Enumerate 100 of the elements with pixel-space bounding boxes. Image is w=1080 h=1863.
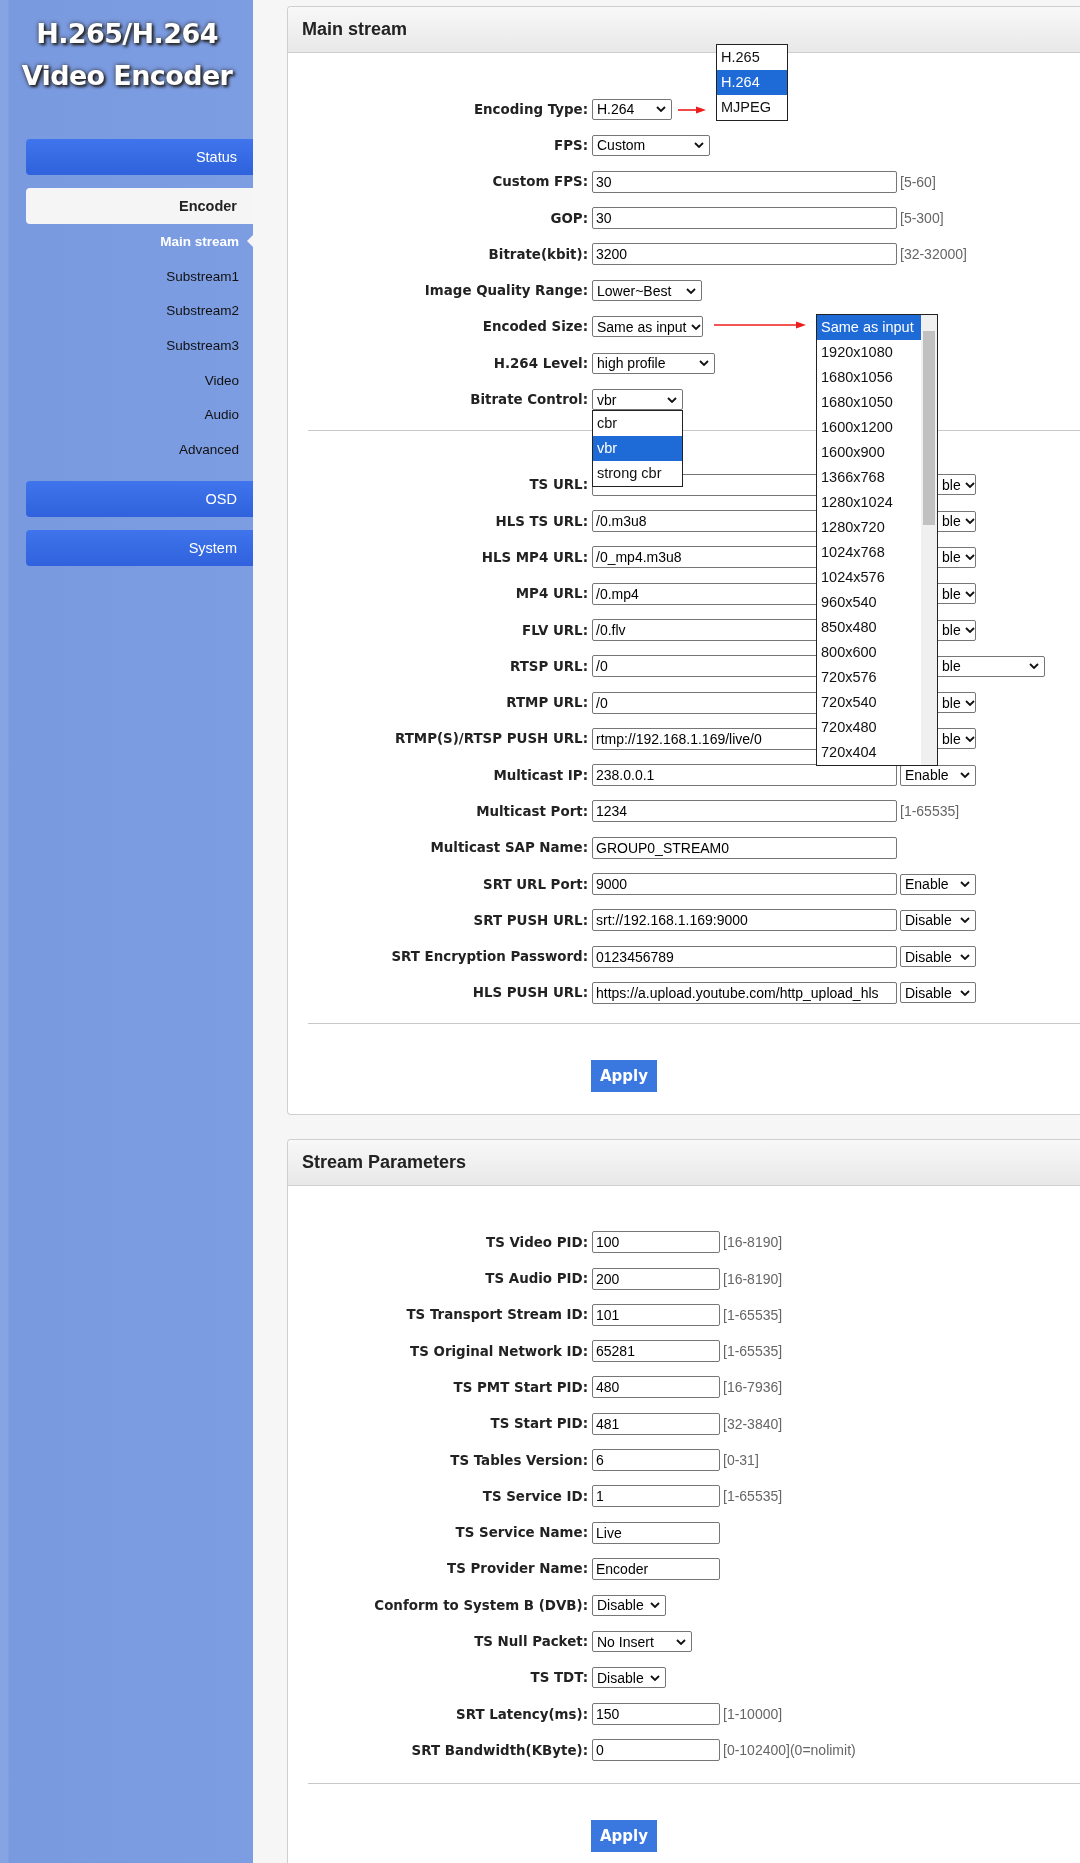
apply-button[interactable]: Apply bbox=[591, 1819, 657, 1852]
input-field[interactable]: 150 bbox=[592, 1703, 720, 1726]
dropdown[interactable]: H.264 bbox=[592, 98, 672, 120]
dropdown[interactable]: high profile bbox=[592, 352, 715, 374]
dropdown[interactable]: vbr bbox=[592, 389, 683, 410]
nav-button[interactable]: Encoder bbox=[26, 188, 253, 224]
input-field[interactable]: 238.0.0.1 bbox=[592, 764, 897, 787]
input-field[interactable]: 480 bbox=[592, 1376, 720, 1399]
input-field[interactable]: GROUP0_STREAM0 bbox=[592, 836, 897, 859]
dropdown-option[interactable]: vbr bbox=[593, 436, 682, 461]
dropdown[interactable]: Disable bbox=[900, 909, 976, 931]
dropdown[interactable]: Disable bbox=[592, 1667, 666, 1689]
input-field[interactable]: srt://192.168.1.169:9000 bbox=[592, 909, 897, 932]
input-field[interactable]: 0123456789 bbox=[592, 945, 897, 968]
caret-icon bbox=[964, 518, 975, 525]
input-field[interactable]: 6 bbox=[592, 1449, 720, 1472]
pointer-icon bbox=[247, 235, 253, 247]
input-field[interactable]: 9000 bbox=[592, 873, 897, 896]
caret-icon bbox=[650, 1602, 660, 1609]
dropdown-option[interactable]: cbr bbox=[593, 411, 682, 436]
field-label: SRT PUSH URL: bbox=[472, 912, 589, 928]
panel-title: Stream Parameters bbox=[302, 1152, 467, 1174]
caret-icon bbox=[960, 953, 970, 960]
field-label: Multicast Port: bbox=[475, 804, 589, 819]
scrollbar[interactable] bbox=[921, 315, 937, 766]
dropdown-option[interactable]: 1920x1080 bbox=[817, 340, 921, 366]
dropdown-option[interactable]: H.264 bbox=[717, 69, 787, 95]
field-label: TS PMT Start PID: bbox=[452, 1379, 589, 1395]
range-hint: [1-65535] bbox=[900, 803, 960, 820]
input-field[interactable]: 481 bbox=[592, 1412, 720, 1435]
caret-icon bbox=[686, 287, 696, 294]
dropdown-option[interactable]: MJPEG bbox=[717, 94, 787, 120]
range-hint: [16-8190] bbox=[723, 1234, 783, 1251]
dropdown[interactable]: Enable bbox=[900, 764, 976, 786]
dropdown-option[interactable]: 1680x1056 bbox=[817, 365, 921, 391]
caret-icon bbox=[964, 699, 975, 706]
input-field[interactable]: 30 bbox=[592, 207, 897, 230]
field-label: GOP: bbox=[549, 210, 589, 226]
input-field[interactable]: 30 bbox=[592, 170, 897, 193]
field-label: TS Service ID: bbox=[481, 1488, 589, 1504]
range-hint: [32-32000] bbox=[900, 246, 967, 263]
dropdown-option[interactable]: 1680x1050 bbox=[817, 390, 921, 416]
nav-subitem[interactable]: Audio bbox=[0, 397, 253, 433]
caret-icon bbox=[699, 360, 709, 367]
caret-icon bbox=[667, 396, 677, 403]
field-label: MP4 URL: bbox=[514, 586, 589, 602]
dropdown[interactable]: Custom bbox=[592, 134, 710, 156]
field-label: Encoded Size: bbox=[481, 319, 589, 335]
input-field[interactable]: 65281 bbox=[592, 1340, 720, 1363]
dropdown[interactable]: Disable bbox=[900, 946, 976, 968]
dropdown-option[interactable]: 1366x768 bbox=[817, 465, 921, 491]
caret-icon bbox=[656, 106, 666, 113]
nav-button[interactable]: System bbox=[26, 529, 253, 566]
dropdown[interactable]: Enable bbox=[900, 873, 976, 895]
caret-icon bbox=[676, 1638, 686, 1645]
field-label: Multicast SAP Name: bbox=[429, 840, 589, 856]
nav-subitem[interactable]: Substream2 bbox=[0, 293, 253, 329]
dropdown-option[interactable]: strong cbr bbox=[593, 461, 682, 486]
caret-icon bbox=[960, 917, 970, 924]
input-field[interactable]: 3200 bbox=[592, 243, 897, 266]
dropdown[interactable]: Disable bbox=[900, 982, 976, 1004]
field-label: SRT Encryption Password: bbox=[390, 949, 589, 965]
nav-subitem[interactable]: Advanced bbox=[0, 432, 253, 467]
input-field[interactable]: 0 bbox=[592, 1739, 720, 1762]
nav-subitem[interactable]: Video bbox=[0, 362, 253, 398]
nav-subitem[interactable]: Substream3 bbox=[0, 328, 253, 363]
input-field[interactable]: 100 bbox=[592, 1231, 720, 1254]
caret-icon bbox=[650, 1674, 660, 1681]
field-label: Bitrate(kbit): bbox=[487, 246, 589, 262]
apply-button[interactable]: Apply bbox=[591, 1060, 657, 1093]
input-field[interactable]: 1234 bbox=[592, 800, 897, 823]
field-label: RTMP(S)/RTSP PUSH URL: bbox=[394, 731, 589, 747]
caret-icon bbox=[964, 735, 975, 742]
caret-icon bbox=[960, 989, 970, 996]
caret-icon bbox=[964, 481, 975, 488]
nav-subitem[interactable]: Substream1 bbox=[0, 258, 253, 294]
input-field[interactable]: Encoder bbox=[592, 1557, 720, 1580]
field-label: TS Original Network ID: bbox=[409, 1343, 589, 1359]
input-field[interactable]: Live bbox=[592, 1521, 720, 1544]
dropdown-option[interactable]: 1600x900 bbox=[817, 440, 921, 466]
field-label: TS Provider Name: bbox=[446, 1561, 589, 1577]
nav-button[interactable]: Status bbox=[26, 139, 253, 175]
input-field[interactable]: https://a.upload.youtube.com/http_upload_hls bbox=[592, 981, 897, 1004]
dropdown[interactable]: No Insert bbox=[592, 1631, 692, 1653]
caret-icon bbox=[964, 627, 975, 633]
field-label: FPS: bbox=[553, 137, 589, 153]
input-field[interactable]: 1 bbox=[592, 1485, 720, 1508]
range-hint: [1-65535] bbox=[723, 1306, 783, 1323]
dropdown[interactable]: Same as input bbox=[592, 316, 703, 338]
caret-icon bbox=[964, 590, 975, 597]
nav-button[interactable]: OSD bbox=[26, 480, 253, 517]
input-field[interactable]: 200 bbox=[592, 1267, 720, 1290]
dropdown-option[interactable]: Same as input bbox=[817, 315, 921, 341]
dropdown-option[interactable]: H.265 bbox=[717, 44, 787, 70]
caret-icon bbox=[964, 554, 975, 561]
dropdown-option[interactable]: 1600x1200 bbox=[817, 415, 921, 441]
dropdown[interactable]: Disable bbox=[592, 1594, 666, 1616]
caret-icon bbox=[960, 772, 970, 779]
input-field[interactable]: 101 bbox=[592, 1303, 720, 1326]
dropdown[interactable]: Lower~Best bbox=[592, 280, 702, 302]
